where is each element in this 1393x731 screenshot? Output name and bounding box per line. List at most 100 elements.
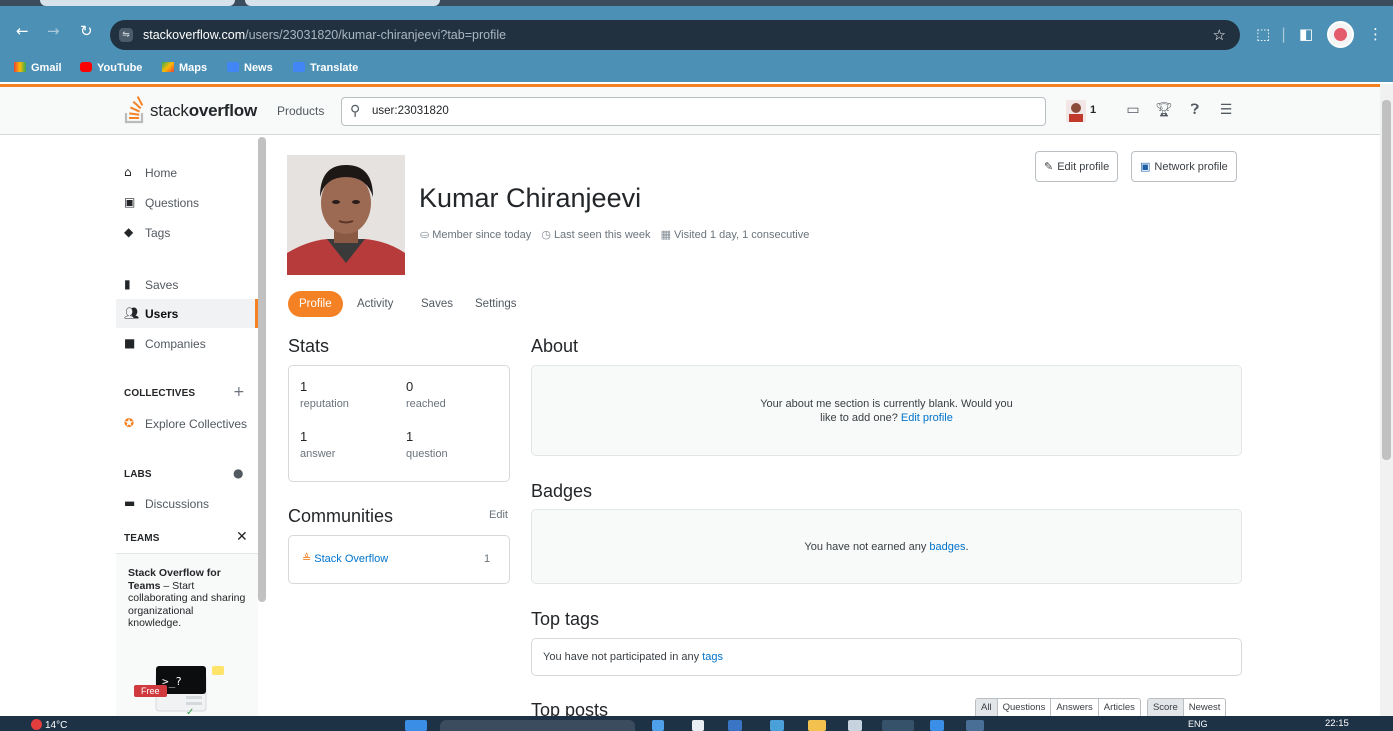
search-input[interactable]: ⚲ user:23031820	[341, 97, 1046, 126]
taskbar-search[interactable]	[440, 720, 635, 731]
add-collective-icon[interactable]: +	[233, 384, 245, 400]
sidebar-item-users[interactable]: 👥︎ Users	[116, 299, 258, 328]
bookmark-star-icon[interactable]: ☆	[1213, 26, 1226, 44]
stackoverflow-logo-icon[interactable]	[124, 96, 146, 124]
taskbar-clock[interactable]: 22:15	[1325, 718, 1349, 729]
stat-value: 1	[406, 429, 414, 444]
community-item[interactable]: ≜ Stack Overflow	[302, 552, 388, 565]
bookmark-gmail[interactable]: Gmail	[14, 62, 62, 74]
bookmark-icon: ▮	[124, 277, 131, 291]
side-panel-icon[interactable]: ◧	[1299, 26, 1313, 42]
user-avatar	[287, 155, 405, 275]
post-type-filter: All Questions Answers Articles	[975, 698, 1141, 718]
pencil-icon: ✎	[1044, 160, 1054, 173]
site-switcher-icon[interactable]: ☰	[1217, 101, 1235, 119]
sidebar-item-tags[interactable]: ◆ Tags	[116, 218, 258, 247]
tag-icon: ◆	[124, 225, 134, 239]
briefcase-icon: ■	[124, 336, 136, 350]
url-text: stackoverflow.com/users/23031820/kumar-c…	[143, 28, 507, 42]
user-avatar-small[interactable]	[1066, 100, 1086, 122]
teams-promo-card: Stack Overflow for Teams – Start collabo…	[116, 553, 258, 717]
taskbar-chrome-icon[interactable]	[882, 720, 914, 731]
taskbar-app-icon[interactable]	[652, 720, 664, 731]
sidebar-item-discussions[interactable]: ▬ Discussions	[116, 489, 258, 518]
reload-icon[interactable]: ↻	[80, 22, 93, 40]
tab-profile[interactable]: Profile	[288, 291, 343, 317]
sidebar-scrollbar[interactable]	[258, 137, 266, 602]
stat-label: reputation	[300, 398, 349, 410]
bookmark-youtube[interactable]: YouTube	[80, 62, 142, 74]
taskbar-app-icon[interactable]	[728, 720, 742, 731]
edit-profile-button[interactable]: ✎ Edit profile	[1035, 151, 1119, 182]
taskbar-app-icon[interactable]	[848, 720, 862, 731]
start-button[interactable]	[405, 720, 427, 731]
sort-newest[interactable]: Newest	[1184, 699, 1226, 717]
filter-articles[interactable]: Articles	[1099, 699, 1140, 717]
tab-settings[interactable]: Settings	[464, 291, 528, 317]
cake-icon: ⛀	[420, 228, 430, 241]
language-indicator[interactable]: ENG	[1188, 719, 1208, 729]
search-value: user:23031820	[372, 105, 449, 117]
products-link[interactable]: Products	[277, 104, 324, 118]
community-reputation: 1	[484, 553, 491, 565]
tab-saves[interactable]: Saves	[410, 291, 464, 317]
browser-menu-icon[interactable]: ⋮	[1368, 26, 1383, 42]
user-display-name: Kumar Chiranjeevi	[419, 183, 642, 213]
communities-card: ≜ Stack Overflow 1	[288, 535, 510, 584]
inbox-icon[interactable]: ▭	[1124, 101, 1142, 119]
sidebar-item-companies[interactable]: ■ Companies	[116, 329, 258, 358]
top-tags-heading: Top tags	[531, 609, 600, 629]
stat-value: 1	[300, 429, 308, 444]
taskbar-app-icon[interactable]	[770, 720, 784, 731]
extensions-icon[interactable]: ⬚	[1256, 26, 1270, 42]
site-info-icon[interactable]: ⇋	[119, 28, 133, 42]
users-icon: 👥︎	[124, 306, 140, 320]
sidebar-item-saves[interactable]: ▮ Saves	[116, 270, 258, 299]
bookmark-news[interactable]: News	[227, 62, 273, 74]
help-icon[interactable]: ❓︎	[1186, 101, 1204, 119]
search-icon: ⚲	[350, 103, 361, 119]
filter-answers[interactable]: Answers	[1051, 699, 1099, 717]
taskbar-app-icon[interactable]	[966, 720, 984, 731]
browser-profile-avatar[interactable]	[1327, 21, 1354, 48]
bookmark-maps[interactable]: Maps	[162, 62, 207, 74]
edit-profile-link[interactable]: Edit profile	[901, 412, 953, 424]
top-tags-message: You have not participated in any tags	[543, 651, 724, 663]
clock-icon: ◷	[541, 228, 551, 241]
filter-questions[interactable]: Questions	[998, 699, 1052, 717]
stackoverflow-logo-text[interactable]: stackoverflow	[150, 101, 257, 121]
taskbar-app-icon[interactable]	[692, 720, 704, 731]
tags-link[interactable]: tags	[702, 651, 723, 663]
discussions-icon: ▬	[124, 496, 136, 510]
back-icon[interactable]: ←	[16, 22, 29, 40]
sidebar-item-questions[interactable]: ▣ Questions	[116, 188, 258, 217]
bookmark-translate[interactable]: Translate	[293, 62, 358, 74]
teams-header: TEAMS	[124, 533, 160, 544]
close-teams-icon[interactable]: ✕	[236, 529, 248, 545]
address-bar[interactable]: ⇋ stackoverflow.com/users/23031820/kumar…	[110, 20, 1240, 50]
stat-label: reached	[406, 398, 446, 410]
sidebar-item-explore-collectives[interactable]: ✪ Explore Collectives	[116, 409, 258, 438]
stat-value: 1	[300, 379, 308, 394]
collectives-header: COLLECTIVES	[124, 388, 196, 399]
questions-icon: ▣	[124, 195, 136, 209]
taskbar-app-icon[interactable]	[930, 720, 944, 731]
filter-all[interactable]: All	[976, 699, 998, 717]
stat-label: question	[406, 448, 448, 460]
badges-link[interactable]: badges	[929, 541, 965, 553]
sidebar-item-home[interactable]: ⌂ Home	[116, 158, 258, 187]
page-scrollbar-thumb[interactable]	[1382, 100, 1391, 460]
community-link[interactable]: Stack Overflow	[314, 553, 388, 565]
taskbar-app-icon[interactable]	[808, 720, 826, 731]
network-profile-button[interactable]: ▣ Network profile	[1131, 151, 1237, 182]
communities-edit-link[interactable]: Edit	[489, 509, 508, 521]
forward-icon[interactable]: →	[47, 22, 60, 40]
labs-info-icon[interactable]: ●	[233, 466, 243, 480]
stats-heading: Stats	[288, 336, 330, 356]
collectives-icon: ✪	[124, 416, 135, 430]
post-sort-filter: Score Newest	[1146, 698, 1227, 718]
achievements-icon[interactable]: 🏆︎	[1155, 101, 1173, 119]
tab-activity[interactable]: Activity	[346, 291, 404, 317]
weather-widget[interactable]: 14°C	[31, 719, 67, 731]
sort-score[interactable]: Score	[1147, 699, 1184, 717]
